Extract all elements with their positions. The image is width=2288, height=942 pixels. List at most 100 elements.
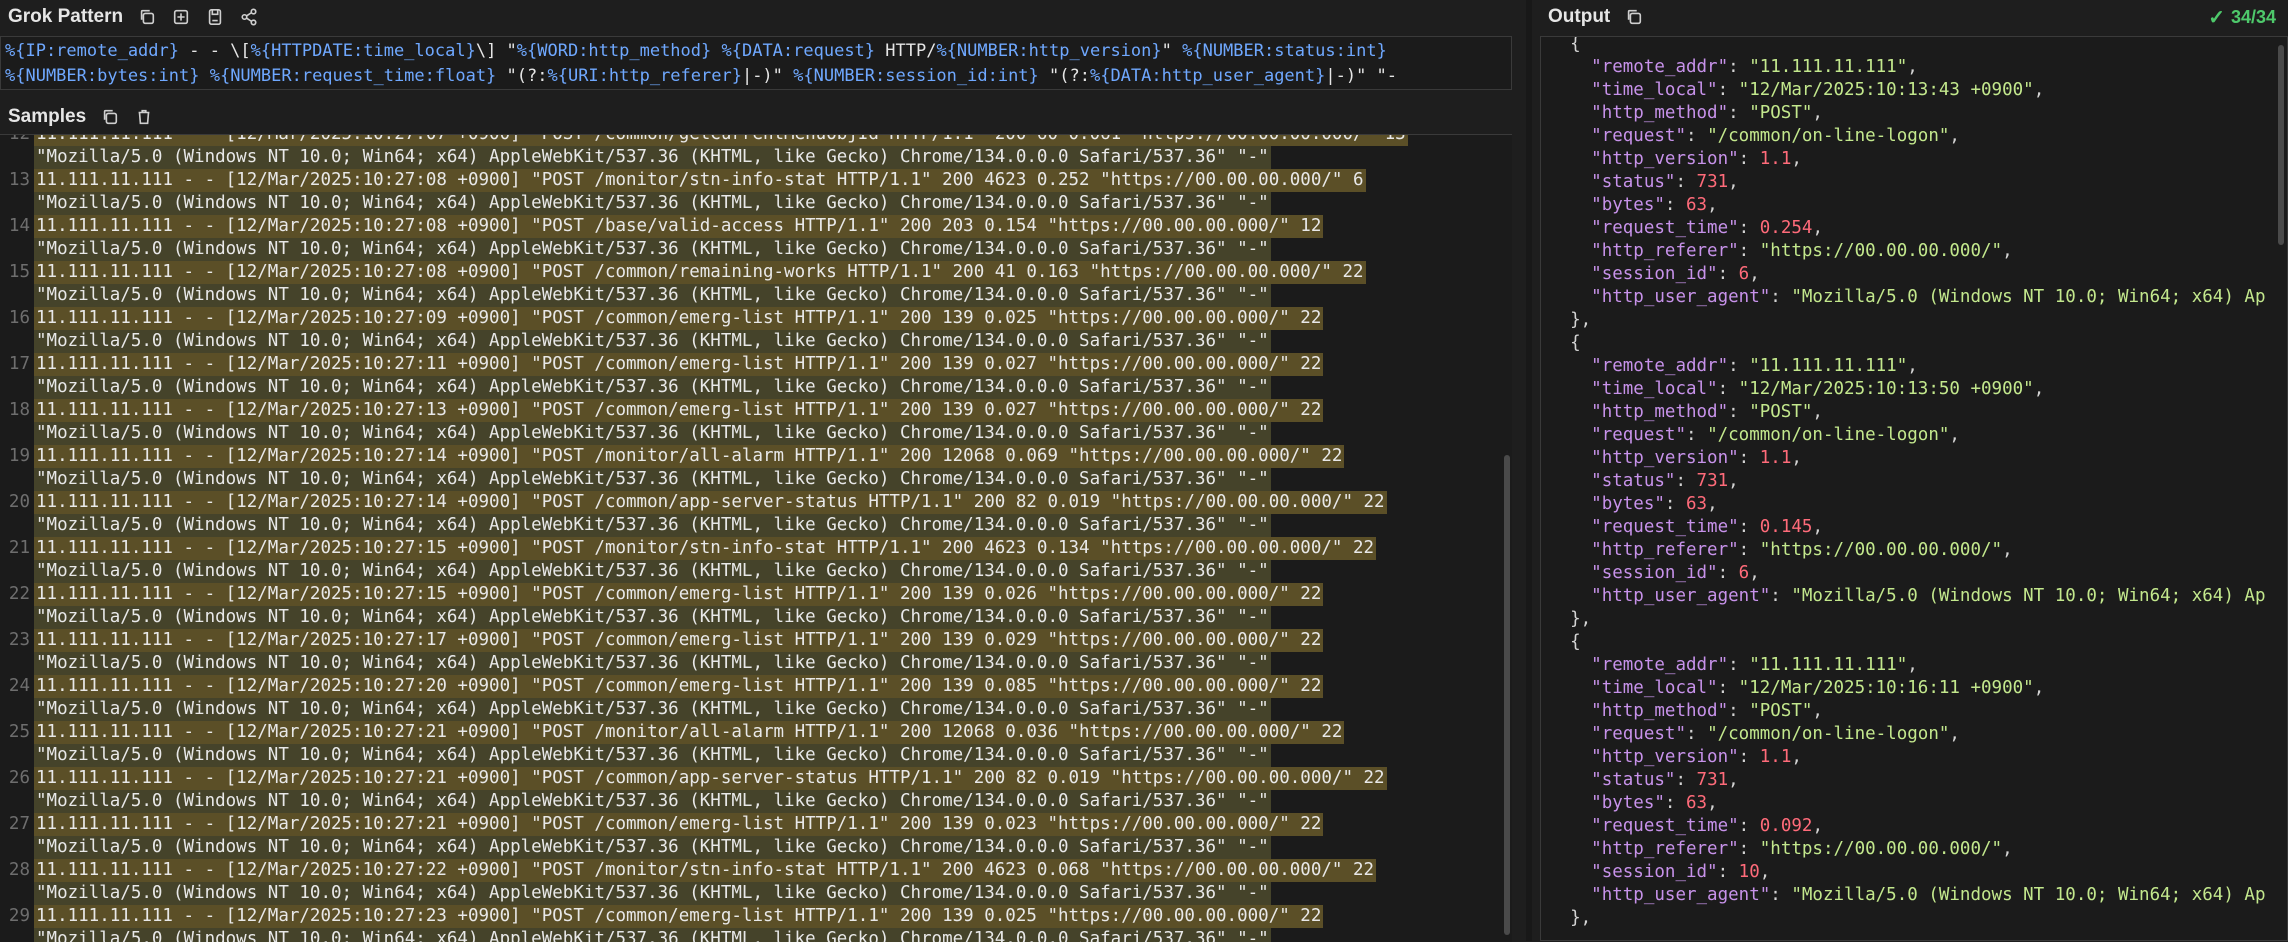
json-value: 0.145 (1759, 517, 1813, 537)
pattern-literal: |-)" (741, 66, 794, 86)
json-value: 1.1 (1759, 747, 1792, 767)
sample-text: 11.111.11.111 - - [12/Mar/2025:10:27:21 … (34, 721, 1345, 744)
json-value: 1.1 (1759, 448, 1792, 468)
json-key: "http_referer" (1591, 839, 1739, 859)
json-key: "bytes" (1591, 195, 1665, 215)
grok-pattern-editor[interactable]: %{IP:remote_addr} - - \[%{HTTPDATE:time_… (0, 36, 1512, 90)
copy-icon[interactable] (1624, 7, 1644, 27)
json-brace: { (1549, 36, 1581, 54)
sample-line: 23 11.111.11.111 - - [12/Mar/2025:10:27:1… (0, 629, 1512, 652)
sample-line: "Mozilla/5.0 (Windows NT 10.0; Win64; x6… (0, 514, 1512, 537)
save-icon[interactable] (205, 7, 225, 27)
line-number: 25 (8, 722, 30, 742)
grok-title: Grok Pattern (8, 6, 124, 27)
pattern-literal: " (1161, 41, 1183, 61)
pattern-token: %{NUMBER:bytes:int} (5, 66, 200, 86)
samples-editor[interactable]: 12 11.111.11.111 - - [12/Mar/2025:10:27:0… (0, 134, 1512, 942)
sample-text: "Mozilla/5.0 (Windows NT 10.0; Win64; x6… (34, 790, 1271, 813)
json-field-status: "status": 731, (1591, 471, 1739, 491)
json-key: "request_time" (1591, 218, 1739, 238)
pattern-literal (199, 66, 209, 86)
json-field-http-version: "http_version": 1.1, (1591, 448, 1802, 468)
json-field-time-local: "time_local": "12/Mar/2025:10:13:43 +090… (1591, 80, 2045, 100)
sample-line: "Mozilla/5.0 (Windows NT 10.0; Win64; x6… (0, 560, 1512, 583)
sample-text: 11.111.11.111 - - [12/Mar/2025:10:27:08 … (34, 169, 1366, 192)
line-number: 12 (8, 134, 30, 144)
pattern-token: %{WORD:http_method} (516, 41, 712, 61)
add-icon[interactable] (171, 7, 191, 27)
line-number (0, 790, 34, 813)
json-brace: }, (1549, 908, 1592, 928)
json-value: 731 (1696, 770, 1729, 790)
json-value: "https://00.00.00.000/" (1759, 540, 2003, 560)
json-key: "time_local" (1591, 678, 1718, 698)
line-number (0, 330, 34, 353)
output-header: Output ✓ 34/34 (1540, 0, 2288, 34)
json-value: 731 (1696, 471, 1729, 491)
copy-icon[interactable] (100, 107, 120, 127)
line-number: 15 (8, 262, 30, 282)
json-brace: { (1549, 632, 1581, 652)
sample-line: 21 11.111.11.111 - - [12/Mar/2025:10:27:1… (0, 537, 1512, 560)
sample-line: 15 11.111.11.111 - - [12/Mar/2025:10:27:0… (0, 261, 1512, 284)
pattern-token: %{IP:remote_addr} (5, 41, 179, 61)
line-number (0, 882, 34, 905)
pattern-literal: HTTP/ (875, 41, 937, 61)
sample-line: 14 11.111.11.111 - - [12/Mar/2025:10:27:0… (0, 215, 1512, 238)
sample-text: "Mozilla/5.0 (Windows NT 10.0; Win64; x6… (34, 882, 1271, 905)
sample-text: 11.111.11.111 - - [12/Mar/2025:10:27:15 … (34, 583, 1324, 606)
sample-text: 11.111.11.111 - - [12/Mar/2025:10:27:09 … (34, 307, 1324, 330)
json-key: "session_id" (1591, 563, 1718, 583)
left-panel: Grok Pattern %{IP:remote_addr} - - \[%{H… (0, 0, 1520, 942)
json-key: "status" (1591, 770, 1676, 790)
json-value: "https://00.00.00.000/" (1759, 241, 2003, 261)
sample-text: 11.111.11.111 - - [12/Mar/2025:10:27:08 … (34, 261, 1366, 284)
json-key: "status" (1591, 471, 1676, 491)
output-scrollbar[interactable] (2278, 45, 2284, 245)
sample-line: 24 11.111.11.111 - - [12/Mar/2025:10:27:2… (0, 675, 1512, 698)
json-key: "time_local" (1591, 379, 1718, 399)
json-value: 63 (1686, 793, 1708, 813)
json-field-http-user-agent: "http_user_agent": "Mozilla/5.0 (Windows… (1591, 586, 2266, 606)
sample-text: "Mozilla/5.0 (Windows NT 10.0; Win64; x6… (34, 146, 1271, 169)
sample-text: "Mozilla/5.0 (Windows NT 10.0; Win64; x6… (34, 330, 1271, 353)
sample-line: "Mozilla/5.0 (Windows NT 10.0; Win64; x6… (0, 146, 1512, 169)
sample-text: "Mozilla/5.0 (Windows NT 10.0; Win64; x6… (34, 468, 1271, 491)
json-key: "remote_addr" (1591, 356, 1729, 376)
grok-header: Grok Pattern (0, 0, 1520, 34)
line-number (0, 744, 34, 767)
trash-icon[interactable] (134, 107, 154, 127)
share-icon[interactable] (239, 7, 259, 27)
json-field-http-version: "http_version": 1.1, (1591, 747, 1802, 767)
json-brace: }, (1549, 609, 1592, 629)
json-value: "Mozilla/5.0 (Windows NT 10.0; Win64; x6… (1791, 586, 2266, 606)
json-value: 0.092 (1759, 816, 1813, 836)
json-field-request-time: "request_time": 0.092, (1591, 816, 1823, 836)
json-key: "http_version" (1591, 149, 1739, 169)
sample-text: "Mozilla/5.0 (Windows NT 10.0; Win64; x6… (34, 560, 1271, 583)
json-field-session-id: "session_id": 10, (1591, 862, 1771, 882)
sample-line: 17 11.111.11.111 - - [12/Mar/2025:10:27:1… (0, 353, 1512, 376)
sample-text: "Mozilla/5.0 (Windows NT 10.0; Win64; x6… (34, 698, 1271, 721)
line-number: 23 (8, 630, 30, 650)
json-value: "POST" (1749, 103, 1813, 123)
sample-line: "Mozilla/5.0 (Windows NT 10.0; Win64; x6… (0, 790, 1512, 813)
sample-text: "Mozilla/5.0 (Windows NT 10.0; Win64; x6… (34, 514, 1271, 537)
json-key: "session_id" (1591, 862, 1718, 882)
output-json-viewer[interactable]: { "remote_addr": "11.111.11.111", "time_… (1540, 36, 2288, 941)
json-field-request: "request": "/common/on-line-logon", (1591, 126, 1960, 146)
pattern-literal: |-)" "- (1325, 66, 1398, 86)
panel-splitter[interactable] (1526, 0, 1532, 941)
sample-line: "Mozilla/5.0 (Windows NT 10.0; Win64; x6… (0, 192, 1512, 215)
sample-text: 11.111.11.111 - - [12/Mar/2025:10:27:15 … (34, 537, 1377, 560)
sample-line: "Mozilla/5.0 (Windows NT 10.0; Win64; x6… (0, 422, 1512, 445)
json-field-http-referer: "http_referer": "https://00.00.00.000/", (1591, 241, 2013, 261)
sample-line: 22 11.111.11.111 - - [12/Mar/2025:10:27:1… (0, 583, 1512, 606)
sample-line: 25 11.111.11.111 - - [12/Mar/2025:10:27:2… (0, 721, 1512, 744)
sample-text: "Mozilla/5.0 (Windows NT 10.0; Win64; x6… (34, 744, 1271, 767)
json-value: "11.111.11.111" (1749, 655, 1908, 675)
copy-icon[interactable] (137, 7, 157, 27)
sample-line: "Mozilla/5.0 (Windows NT 10.0; Win64; x6… (0, 928, 1512, 942)
json-field-http-method: "http_method": "POST", (1591, 103, 1823, 123)
json-value: "11.111.11.111" (1749, 57, 1908, 77)
